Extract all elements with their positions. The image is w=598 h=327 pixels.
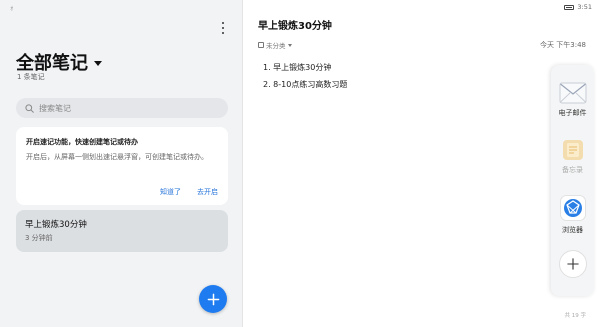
side-dock: 电子邮件 备忘录 浏览器 xyxy=(551,65,594,296)
email-icon xyxy=(559,82,586,104)
enable-quick-note-button[interactable]: 去开启 xyxy=(197,187,218,197)
status-bar-right: 3:51 xyxy=(564,3,592,11)
search-icon xyxy=(25,103,34,113)
list-item[interactable]: 早上锻炼30分钟 3 分钟前 xyxy=(16,210,228,252)
more-dot xyxy=(222,22,224,24)
panel-divider xyxy=(242,0,243,327)
note-content[interactable]: 1. 早上锻炼30分钟 2. 8-10点练习高数习题 xyxy=(263,59,347,93)
dismiss-tip-button[interactable]: 知道了 xyxy=(160,187,181,197)
memo-icon xyxy=(562,140,583,160)
search-input[interactable]: 搜索笔记 xyxy=(16,98,228,118)
browser-icon xyxy=(559,195,586,221)
dock-item-memo[interactable]: 备忘录 xyxy=(551,139,594,175)
category-label: 未分类 xyxy=(266,42,286,50)
quick-note-tip-card: 开启速记功能，快速创建笔记或待办 开启后，从屏幕一侧划出速记悬浮窗，可创建笔记或… xyxy=(16,127,228,205)
caret-down-icon xyxy=(287,43,292,47)
dock-item-browser[interactable]: 浏览器 xyxy=(551,195,594,235)
battery-icon xyxy=(564,4,575,10)
more-options-button[interactable] xyxy=(218,20,228,36)
plus-icon xyxy=(207,293,219,305)
note-count: 1 条笔记 xyxy=(17,73,45,81)
note-item-title: 早上锻炼30分钟 xyxy=(25,220,87,230)
more-dot xyxy=(222,27,224,29)
note-title[interactable]: 早上锻炼30分钟 xyxy=(258,17,332,32)
status-time: 3:51 xyxy=(577,3,592,11)
plus-icon xyxy=(566,258,579,270)
add-app-circle xyxy=(558,250,587,278)
caret-down-icon xyxy=(94,60,102,66)
tip-body: 开启后，从屏幕一侧划出速记悬浮窗，可创建笔记或待办。 xyxy=(26,153,208,161)
note-line: 2. 8-10点练习高数习题 xyxy=(263,80,348,89)
more-dot xyxy=(222,32,224,34)
dock-add-button[interactable] xyxy=(551,250,594,278)
dock-item-label: 备忘录 xyxy=(562,166,583,174)
notes-list-panel: ｫ 全部笔记 1 条笔记 搜索笔记 开启速记功能，快速创建笔记或待办 开启后，从… xyxy=(0,0,242,327)
note-line: 1. 早上锻炼30分钟 xyxy=(263,63,332,72)
category-selector[interactable]: 未分类 xyxy=(258,40,292,50)
tip-actions: 知道了 去开启 xyxy=(160,187,218,197)
category-icon xyxy=(258,42,264,48)
word-count: 共 19 字 xyxy=(564,313,587,319)
new-note-button[interactable] xyxy=(199,285,227,313)
note-datetime: 今天 下午3:48 xyxy=(540,41,586,49)
dock-item-label: 电子邮件 xyxy=(558,109,587,117)
note-item-time: 3 分钟前 xyxy=(25,234,53,242)
status-icon: ｫ xyxy=(10,4,14,12)
dock-item-label: 浏览器 xyxy=(562,226,583,234)
dock-item-email[interactable]: 电子邮件 xyxy=(551,82,594,118)
search-placeholder: 搜索笔记 xyxy=(39,103,71,113)
tip-title: 开启速记功能，快速创建笔记或待办 xyxy=(26,138,138,146)
